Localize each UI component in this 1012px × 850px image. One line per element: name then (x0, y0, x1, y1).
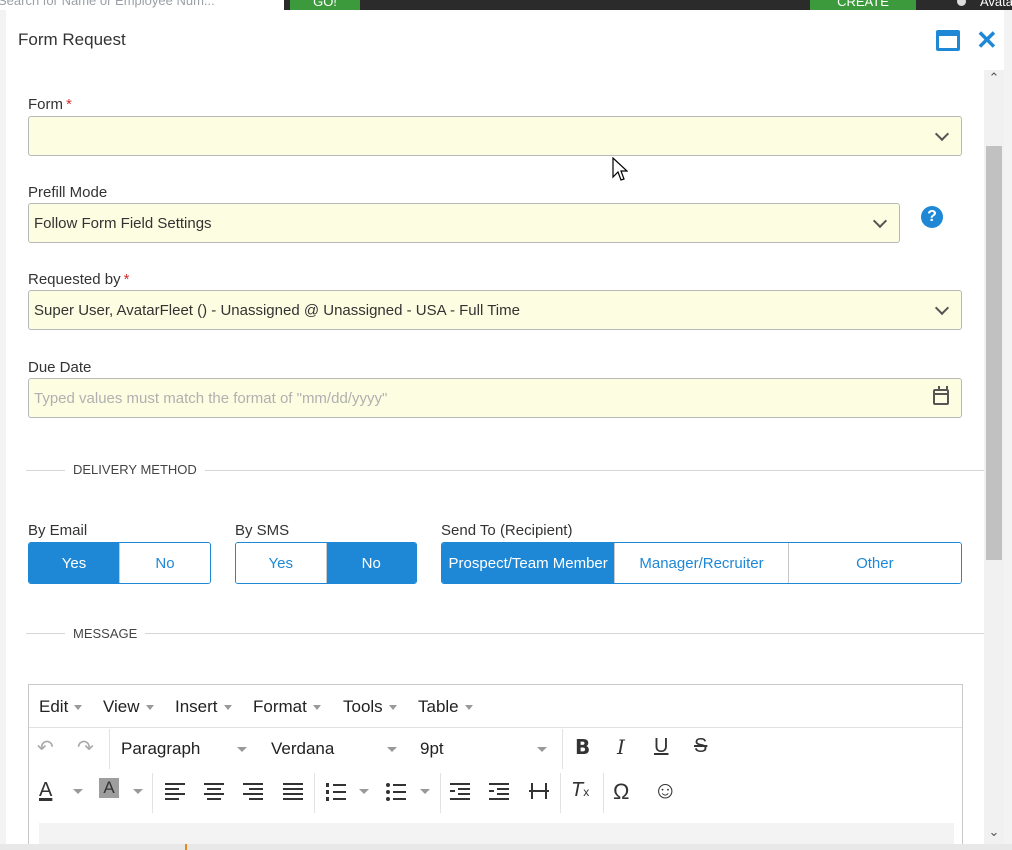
align-center-icon[interactable] (204, 783, 224, 800)
background-right-edge (1004, 10, 1012, 850)
background-go-button: GO! (290, 0, 360, 10)
background-bottom-edge (0, 844, 1012, 850)
by-sms-label: By SMS (235, 522, 290, 539)
requested-by-label: Requested by * (28, 271, 130, 288)
chevron-down-icon (872, 213, 888, 229)
delivery-method-heading: DELIVERY METHOD (65, 462, 205, 477)
chevron-down-icon (387, 747, 397, 752)
chevron-down-icon (73, 789, 83, 794)
chevron-down-icon (934, 126, 950, 142)
scroll-down-icon[interactable]: ⌄ (988, 825, 1000, 838)
menu-tools[interactable]: Tools (343, 697, 397, 717)
prefill-mode-select[interactable]: Follow Form Field Settings (28, 203, 900, 243)
redo-icon[interactable]: ↷ (77, 735, 94, 760)
chevron-down-icon (237, 747, 247, 752)
indent-icon[interactable] (489, 783, 509, 800)
send-to-manager-button[interactable]: Manager/Recruiter (614, 543, 788, 583)
align-right-icon[interactable] (243, 783, 263, 800)
chevron-down-icon (133, 789, 143, 794)
page-break-icon[interactable] (529, 783, 549, 799)
align-justify-icon[interactable] (283, 783, 303, 800)
scrollbar-thumb[interactable] (986, 146, 1002, 560)
form-label: Form * (28, 96, 72, 113)
maximize-icon[interactable] (936, 30, 960, 51)
scroll-up-icon[interactable]: ⌃ (988, 71, 1000, 84)
undo-icon[interactable]: ↶ (37, 735, 54, 760)
background-create-button: CREATE (810, 0, 916, 10)
message-content-area[interactable] (39, 823, 954, 844)
by-sms-toggle: Yes No (235, 542, 417, 584)
modal-title: Form Request (18, 30, 126, 49)
close-icon[interactable]: ✕ (976, 26, 998, 54)
by-sms-yes-button[interactable]: Yes (236, 543, 326, 583)
background-search-input: Search for Name or Employee Num... (0, 0, 284, 10)
send-to-toggle: Prospect/Team Member Manager/Recruiter O… (441, 542, 962, 584)
required-marker: * (66, 96, 72, 113)
strikethrough-icon[interactable]: S (694, 735, 707, 758)
form-request-modal: Form Request ✕ Form * Prefill Mode Follow… (6, 10, 1004, 844)
block-format-select[interactable]: Paragraph (121, 739, 200, 759)
form-select[interactable] (28, 116, 962, 156)
background-color-icon[interactable]: A (99, 778, 119, 798)
chevron-down-icon (934, 300, 950, 316)
background-user-menu: Avatar (955, 0, 1012, 10)
send-to-prospect-button[interactable]: Prospect/Team Member (442, 543, 615, 583)
message-editor: Edit View Insert Format Tools Table ↶ ↷ … (28, 684, 963, 844)
chevron-down-icon (537, 747, 547, 752)
user-avatar-icon (957, 0, 966, 6)
clear-formatting-icon[interactable]: Tx (571, 779, 589, 802)
numbered-list-icon[interactable] (326, 783, 346, 801)
underline-icon[interactable]: U (654, 735, 668, 758)
prefill-mode-value: Follow Form Field Settings (34, 215, 212, 232)
menu-edit[interactable]: Edit (39, 697, 82, 717)
prefill-mode-label: Prefill Mode (28, 184, 108, 201)
send-to-label: Send To (Recipient) (441, 522, 573, 539)
section-divider (26, 633, 986, 634)
menu-table[interactable]: Table (418, 697, 473, 717)
editor-menubar: Edit View Insert Format Tools Table (29, 685, 962, 728)
menu-insert[interactable]: Insert (175, 697, 232, 717)
due-date-placeholder: Typed values must match the format of "m… (34, 390, 388, 407)
chevron-down-icon (420, 789, 430, 794)
text-color-icon[interactable]: A (39, 779, 52, 802)
bold-icon[interactable]: B (575, 735, 590, 759)
send-to-other-button[interactable]: Other (787, 543, 961, 583)
mouse-cursor-icon (612, 157, 628, 181)
by-email-no-button[interactable]: No (119, 543, 210, 583)
calendar-icon[interactable] (933, 386, 949, 405)
message-heading: MESSAGE (65, 626, 146, 641)
by-email-label: By Email (28, 522, 88, 539)
menu-view[interactable]: View (103, 697, 154, 717)
font-size-select[interactable]: 9pt (420, 739, 444, 759)
chevron-down-icon (359, 789, 369, 794)
font-family-select[interactable]: Verdana (271, 739, 334, 759)
requested-by-select[interactable]: Super User, AvatarFleet () - Unassigned … (28, 290, 962, 330)
due-date-label: Due Date (28, 359, 92, 376)
required-marker: * (123, 271, 130, 288)
align-left-icon[interactable] (165, 783, 185, 800)
outdent-icon[interactable] (450, 783, 470, 800)
menu-format[interactable]: Format (253, 697, 321, 717)
by-email-yes-button[interactable]: Yes (29, 543, 119, 583)
help-icon[interactable]: ? (921, 206, 943, 228)
by-email-toggle: Yes No (28, 542, 211, 584)
bullet-list-icon[interactable] (386, 783, 406, 801)
special-character-icon[interactable]: Ω (613, 779, 629, 805)
by-sms-no-button[interactable]: No (325, 543, 416, 583)
emoji-icon[interactable]: ☺ (653, 777, 678, 805)
modal-scrollbar[interactable]: ⌃ ⌄ (984, 70, 1004, 844)
italic-icon[interactable]: I (617, 735, 625, 759)
requested-by-value: Super User, AvatarFleet () - Unassigned … (34, 302, 520, 319)
due-date-input[interactable]: Typed values must match the format of "m… (28, 378, 962, 418)
